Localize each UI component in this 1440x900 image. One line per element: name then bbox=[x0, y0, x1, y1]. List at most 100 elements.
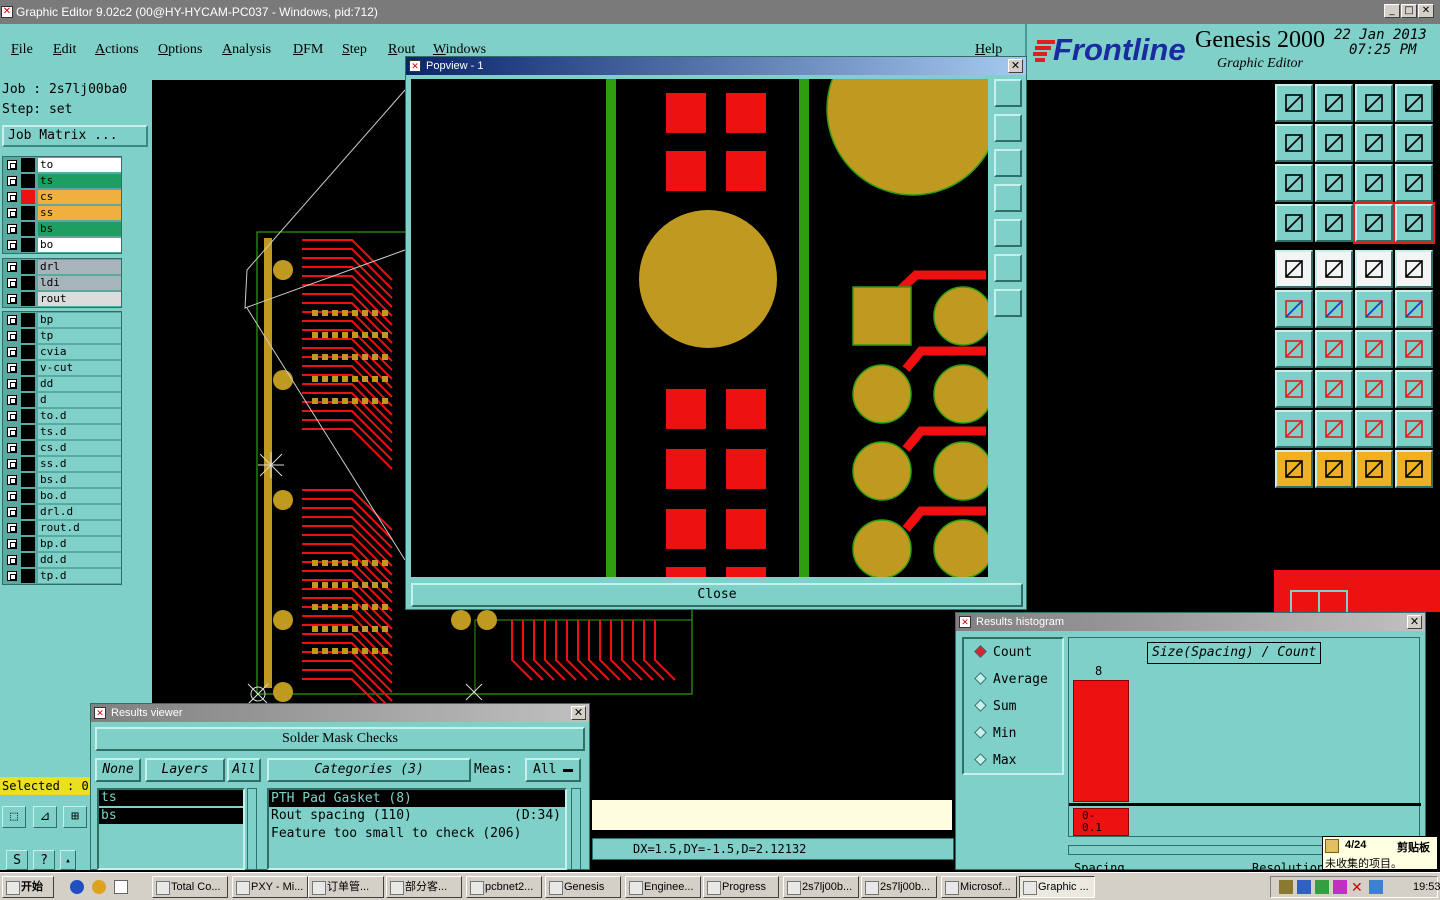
layer-checkbox[interactable] bbox=[7, 240, 17, 250]
layer-color-swatch[interactable] bbox=[21, 222, 35, 236]
angle-icon[interactable] bbox=[1275, 330, 1313, 368]
measure-tool-button[interactable]: ⊿ bbox=[33, 806, 57, 828]
pan-right-icon[interactable] bbox=[1315, 124, 1353, 162]
layer-row-bp[interactable]: bp bbox=[3, 312, 121, 328]
category-results-list[interactable]: PTH Pad Gasket (8) Rout spacing (110) (D… bbox=[267, 788, 567, 870]
layer-row-bp-d[interactable]: bp.d bbox=[3, 536, 121, 552]
categories-button[interactable]: Categories (3) bbox=[267, 758, 471, 782]
layer-row-ldi[interactable]: ldi bbox=[3, 275, 121, 291]
layer-checkbox[interactable] bbox=[7, 411, 17, 421]
arc-triangle-icon[interactable] bbox=[1395, 410, 1433, 448]
layer-row-to[interactable]: to bbox=[3, 157, 121, 173]
layer-color-swatch[interactable] bbox=[21, 377, 35, 391]
pop-tool-4[interactable] bbox=[994, 184, 1022, 212]
layer-name[interactable]: rout.d bbox=[38, 521, 121, 535]
layer-row-drl[interactable]: drl bbox=[3, 259, 121, 275]
layer-checkbox[interactable] bbox=[7, 363, 17, 373]
quicklaunch-icon-2[interactable] bbox=[92, 880, 106, 894]
layer-name[interactable]: bp.d bbox=[38, 537, 121, 551]
layer-checkbox[interactable] bbox=[7, 443, 17, 453]
menu-edit[interactable]: Edit bbox=[53, 42, 76, 58]
move-pad-icon[interactable] bbox=[1275, 370, 1313, 408]
zoom-in-icon[interactable] bbox=[1355, 124, 1393, 162]
frame-icon[interactable] bbox=[1395, 84, 1433, 122]
result-layer-bs[interactable]: bs bbox=[99, 808, 243, 824]
taskbar-task[interactable]: 订单管... bbox=[308, 876, 384, 898]
option-min[interactable]: Min bbox=[974, 726, 1016, 741]
layer-checkbox[interactable] bbox=[7, 475, 17, 485]
layer-name[interactable]: bp bbox=[38, 313, 121, 327]
layer-color-swatch[interactable] bbox=[21, 489, 35, 503]
layer-row-cs[interactable]: cs bbox=[3, 189, 121, 205]
layer-name[interactable]: bs.d bbox=[38, 473, 121, 487]
link-icon[interactable] bbox=[1395, 290, 1433, 328]
layer-name[interactable]: to bbox=[38, 158, 121, 172]
taskbar-task[interactable]: 2s7lj00b... bbox=[861, 876, 937, 898]
tray-icon-4[interactable] bbox=[1333, 880, 1347, 894]
layer-name[interactable]: drl bbox=[38, 260, 121, 274]
histogram-close-icon[interactable]: ✕ bbox=[1407, 615, 1422, 629]
layer-color-swatch[interactable] bbox=[21, 473, 35, 487]
tray-icon-6[interactable] bbox=[1369, 880, 1383, 894]
layer-color-swatch[interactable] bbox=[21, 238, 35, 252]
taskbar-task[interactable]: 2s7lj00b... bbox=[783, 876, 859, 898]
layer-row-bs[interactable]: bs bbox=[3, 221, 121, 237]
layers-button[interactable]: Layers bbox=[145, 758, 225, 782]
popview-titlebar[interactable]: ✕ Popview - 1 ✕ bbox=[406, 57, 1026, 75]
pop-tool-1[interactable] bbox=[994, 79, 1022, 107]
layer-row-bs-d[interactable]: bs.d bbox=[3, 472, 121, 488]
layer-checkbox[interactable] bbox=[7, 192, 17, 202]
layer-name[interactable]: tp bbox=[38, 329, 121, 343]
pad-icon[interactable] bbox=[1275, 250, 1313, 288]
histogram-bar[interactable] bbox=[1073, 680, 1129, 802]
popview-canvas[interactable] bbox=[411, 79, 988, 577]
maximize-button[interactable]: □ bbox=[1401, 4, 1417, 18]
layer-checkbox[interactable] bbox=[7, 427, 17, 437]
layer-name[interactable]: ts.d bbox=[38, 425, 121, 439]
histogram-titlebar[interactable]: ✕ Results histogram ✕ bbox=[956, 613, 1425, 631]
layer-color-swatch[interactable] bbox=[21, 260, 35, 274]
split-icon[interactable] bbox=[1395, 330, 1433, 368]
layer-name[interactable]: v-cut bbox=[38, 361, 121, 375]
layer-checkbox[interactable] bbox=[7, 379, 17, 389]
layer-color-swatch[interactable] bbox=[21, 158, 35, 172]
layers-all-button[interactable]: All bbox=[227, 758, 261, 782]
taskbar-task[interactable]: Total Co... bbox=[152, 876, 228, 898]
layer-name[interactable]: ts bbox=[38, 174, 121, 188]
layer-checkbox[interactable] bbox=[7, 294, 17, 304]
layer-row-d[interactable]: d bbox=[3, 392, 121, 408]
taskbar-task[interactable]: pcbnet2... bbox=[466, 876, 542, 898]
layer-results-list[interactable]: ts bs bbox=[97, 788, 245, 870]
none-button[interactable]: None bbox=[95, 758, 141, 782]
menu-analysis[interactable]: Analysis bbox=[222, 42, 271, 58]
tray-icon-2[interactable] bbox=[1297, 880, 1311, 894]
rotate-pointer-icon[interactable] bbox=[1355, 450, 1393, 488]
select-tool-button[interactable]: ⬚ bbox=[2, 806, 26, 828]
spin-icon[interactable]: ▴ bbox=[60, 850, 76, 870]
layer-checkbox[interactable] bbox=[7, 315, 17, 325]
results-viewer-close-icon[interactable]: ✕ bbox=[571, 706, 586, 720]
key-icon[interactable] bbox=[1315, 204, 1353, 242]
query-icon[interactable] bbox=[1395, 164, 1433, 202]
layer-row-ss[interactable]: ss bbox=[3, 205, 121, 221]
layer-row-v-cut[interactable]: v-cut bbox=[3, 360, 121, 376]
layer-name[interactable]: bo.d bbox=[38, 489, 121, 503]
layer-checkbox[interactable] bbox=[7, 491, 17, 501]
pop-tool-7[interactable] bbox=[994, 289, 1022, 317]
node-icon[interactable] bbox=[1275, 290, 1313, 328]
snap-net-icon[interactable] bbox=[1393, 202, 1435, 244]
layer-checkbox[interactable] bbox=[7, 262, 17, 272]
popview-close-icon[interactable]: ✕ bbox=[1008, 59, 1023, 73]
group-icon[interactable] bbox=[1395, 370, 1433, 408]
category-list-scrollbar[interactable] bbox=[571, 788, 581, 870]
pop-tool-2[interactable] bbox=[994, 114, 1022, 142]
menu-actions[interactable]: Actions bbox=[95, 42, 139, 58]
quicklaunch-ie-icon[interactable] bbox=[70, 880, 84, 894]
layer-row-dd[interactable]: dd bbox=[3, 376, 121, 392]
menu-options[interactable]: Options bbox=[158, 42, 202, 58]
arc-icon[interactable] bbox=[1355, 330, 1393, 368]
layer-checkbox[interactable] bbox=[7, 539, 17, 549]
taskbar-task[interactable]: Microsof... bbox=[941, 876, 1017, 898]
layer-color-swatch[interactable] bbox=[21, 393, 35, 407]
tray-icon-3[interactable] bbox=[1315, 880, 1329, 894]
